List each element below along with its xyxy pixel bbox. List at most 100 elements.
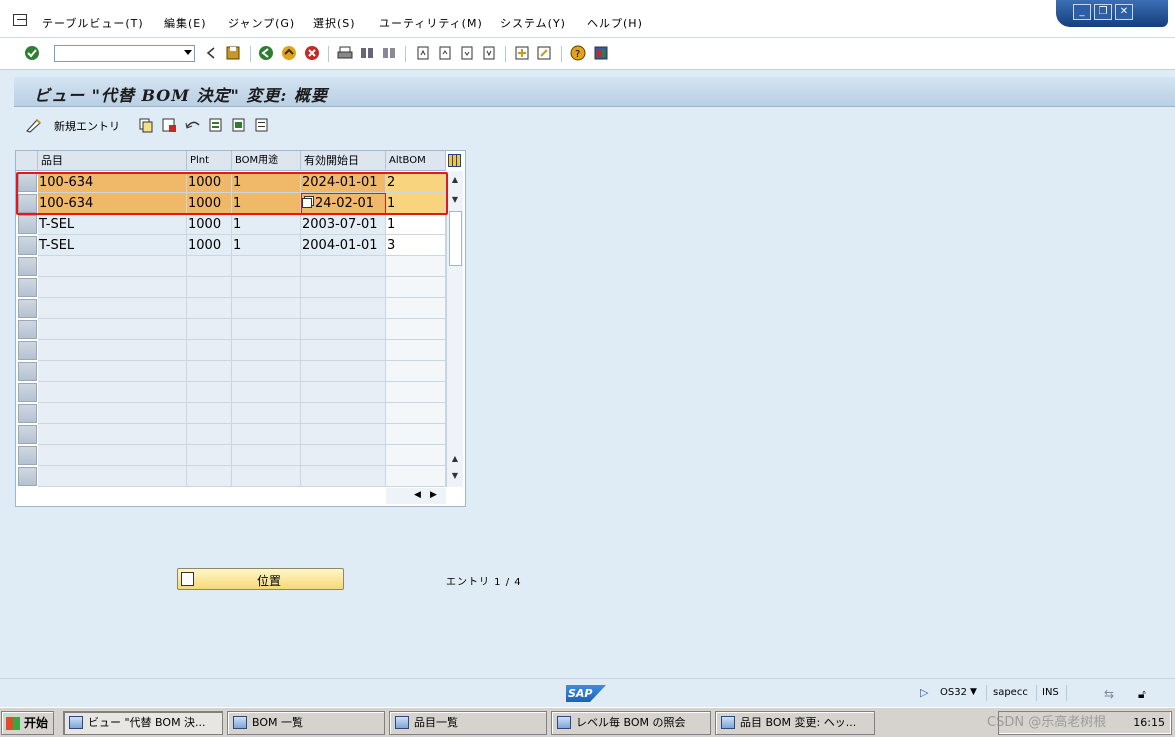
exit-icon[interactable] bbox=[281, 45, 297, 61]
cell-alt-bom[interactable] bbox=[386, 361, 446, 382]
column-header-plant[interactable]: Plnt bbox=[187, 151, 232, 171]
cell-valid-from[interactable] bbox=[301, 277, 386, 298]
row-selector[interactable] bbox=[18, 215, 37, 234]
select-block-icon[interactable] bbox=[231, 117, 247, 133]
new-entries-icon[interactable] bbox=[25, 117, 43, 133]
cell-alt-bom[interactable] bbox=[386, 277, 446, 298]
row-selector[interactable] bbox=[18, 467, 37, 486]
scroll-page-down-icon[interactable]: ▼ bbox=[450, 195, 460, 204]
cell-alt-bom[interactable] bbox=[386, 298, 446, 319]
cell-bom-usage[interactable] bbox=[232, 403, 301, 424]
select-all-icon[interactable] bbox=[208, 117, 224, 133]
cell-alt-bom[interactable] bbox=[386, 424, 446, 445]
customize-layout-icon[interactable] bbox=[593, 45, 609, 61]
cell-plant[interactable] bbox=[187, 403, 232, 424]
cell-material[interactable] bbox=[38, 361, 187, 382]
cell-plant[interactable] bbox=[187, 466, 232, 487]
cell-plant[interactable] bbox=[187, 256, 232, 277]
minimize-icon[interactable]: _ bbox=[1073, 4, 1091, 20]
taskbar-item-view-change[interactable]: ビュー "代替 BOM 決... bbox=[63, 711, 223, 735]
row-selector[interactable] bbox=[18, 425, 37, 444]
scroll-right-icon[interactable]: ▶ bbox=[430, 490, 437, 500]
cell-valid-from[interactable] bbox=[301, 466, 386, 487]
menu-edit[interactable]: 編集(E) bbox=[164, 15, 207, 31]
cell-bom-usage[interactable] bbox=[232, 319, 301, 340]
cell-plant[interactable] bbox=[187, 445, 232, 466]
cell-plant[interactable] bbox=[187, 298, 232, 319]
next-page-icon[interactable] bbox=[459, 45, 475, 61]
cell-bom-usage[interactable] bbox=[232, 466, 301, 487]
cell-bom-usage[interactable] bbox=[232, 382, 301, 403]
cell-valid-from[interactable] bbox=[301, 298, 386, 319]
row-selector[interactable] bbox=[18, 320, 37, 339]
cell-valid-from[interactable] bbox=[301, 340, 386, 361]
cell-material[interactable] bbox=[38, 256, 187, 277]
cell-material[interactable] bbox=[38, 319, 187, 340]
back-arrow-icon[interactable] bbox=[203, 45, 219, 61]
row-selector[interactable] bbox=[18, 404, 37, 423]
session-dropdown-icon[interactable]: ▼ bbox=[970, 687, 977, 697]
cell-plant[interactable] bbox=[187, 424, 232, 445]
scroll-page-up-icon[interactable]: ▲ bbox=[450, 454, 460, 463]
copy-as-icon[interactable] bbox=[138, 117, 154, 133]
create-session-icon[interactable] bbox=[514, 45, 530, 61]
cell-bom-usage[interactable] bbox=[232, 361, 301, 382]
sap-menu-icon[interactable] bbox=[13, 14, 27, 26]
taskbar-item-multilevel-bom[interactable]: レベル毎 BOM の照会 bbox=[551, 711, 711, 735]
row-selector[interactable] bbox=[18, 299, 37, 318]
cell-valid-from[interactable] bbox=[301, 319, 386, 340]
cell-material[interactable] bbox=[38, 382, 187, 403]
column-header-valid-from[interactable]: 有効開始日 bbox=[301, 151, 386, 171]
cell-alt-bom[interactable] bbox=[386, 445, 446, 466]
cell-material[interactable] bbox=[38, 340, 187, 361]
cell-plant[interactable] bbox=[187, 319, 232, 340]
position-button[interactable]: 位置 bbox=[177, 568, 344, 590]
new-entries-button[interactable]: 新規エントリ bbox=[54, 118, 120, 134]
cell-alt-bom[interactable]: 1 bbox=[386, 214, 446, 235]
cell-valid-from[interactable] bbox=[301, 424, 386, 445]
command-field[interactable] bbox=[54, 45, 195, 62]
select-all-column[interactable] bbox=[16, 151, 38, 171]
menu-goto[interactable]: ジャンプ(G) bbox=[228, 15, 295, 31]
row-selector[interactable] bbox=[18, 341, 37, 360]
cell-plant[interactable] bbox=[187, 382, 232, 403]
chevron-down-icon[interactable] bbox=[184, 50, 192, 55]
cell-alt-bom[interactable] bbox=[386, 319, 446, 340]
row-selector[interactable] bbox=[18, 236, 37, 255]
cell-alt-bom[interactable] bbox=[386, 403, 446, 424]
scroll-left-icon[interactable]: ◀ bbox=[414, 490, 421, 500]
cell-alt-bom[interactable] bbox=[386, 466, 446, 487]
lock-icon[interactable]: 🔓︎ bbox=[1138, 687, 1146, 702]
cell-material[interactable] bbox=[38, 445, 187, 466]
menu-table-view[interactable]: テーブルビュー(T) bbox=[42, 15, 144, 31]
row-selector[interactable] bbox=[18, 362, 37, 381]
restore-icon[interactable]: ❐ bbox=[1094, 4, 1112, 20]
scroll-up-icon[interactable]: ▲ bbox=[450, 175, 460, 184]
cell-valid-from[interactable] bbox=[301, 382, 386, 403]
find-next-icon[interactable] bbox=[381, 45, 397, 61]
enter-check-icon[interactable] bbox=[24, 45, 40, 61]
cell-valid-from[interactable] bbox=[301, 445, 386, 466]
taskbar-item-bom-change[interactable]: 品目 BOM 変更: ヘッ... bbox=[715, 711, 875, 735]
row-selector[interactable] bbox=[18, 278, 37, 297]
help-icon[interactable]: ? bbox=[570, 45, 586, 61]
cell-bom-usage[interactable] bbox=[232, 424, 301, 445]
cell-material[interactable] bbox=[38, 424, 187, 445]
clock[interactable]: 16:15 bbox=[1133, 712, 1165, 734]
column-header-alt-bom[interactable]: AltBOM bbox=[386, 151, 446, 171]
column-header-material[interactable]: 品目 bbox=[38, 151, 187, 171]
back-icon[interactable] bbox=[258, 45, 274, 61]
horizontal-scrollbar[interactable]: ◀ ▶ bbox=[386, 488, 446, 504]
taskbar-item-bom-list[interactable]: BOM 一覧 bbox=[227, 711, 385, 735]
vertical-scrollbar[interactable]: ▲ ▼ ▲ ▼ bbox=[446, 171, 463, 487]
column-header-bom-usage[interactable]: BOM用途 bbox=[232, 151, 301, 171]
close-icon[interactable]: ✕ bbox=[1115, 4, 1133, 20]
menu-utilities[interactable]: ユーティリティ(M) bbox=[379, 15, 483, 31]
cell-valid-from[interactable] bbox=[301, 403, 386, 424]
row-selector[interactable] bbox=[18, 446, 37, 465]
cell-material[interactable] bbox=[38, 277, 187, 298]
cell-material[interactable] bbox=[38, 466, 187, 487]
cell-alt-bom[interactable] bbox=[386, 256, 446, 277]
delete-icon[interactable] bbox=[161, 117, 177, 133]
cell-bom-usage[interactable] bbox=[232, 298, 301, 319]
